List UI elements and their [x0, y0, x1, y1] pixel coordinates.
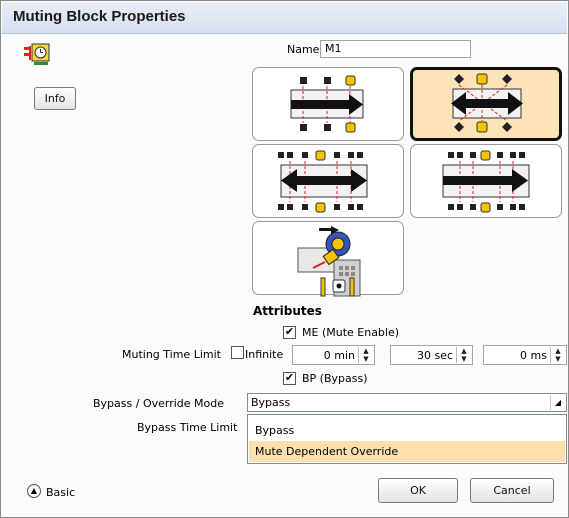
bypass-time-limit-label: Bypass Time Limit [137, 421, 238, 434]
muting-seconds-value: 30 sec [416, 349, 453, 362]
dropdown-option-mute-dependent-override[interactable]: Mute Dependent Override [249, 441, 565, 462]
ok-button[interactable]: OK [378, 478, 458, 503]
attributes-heading: Attributes [253, 304, 322, 318]
two-sensor-diagram [290, 75, 364, 133]
config-tile-cross-sensor[interactable] [410, 67, 562, 141]
mute-enable-label: ME (Mute Enable) [302, 326, 400, 339]
bypass-override-mode-select[interactable]: Bypass ◢ [247, 393, 567, 412]
muting-milliseconds-spinner[interactable]: 0 ms ▲ ▼ [483, 345, 567, 365]
title-bar: Muting Block Properties [2, 2, 567, 34]
chevron-down-icon[interactable]: ◢ [550, 395, 565, 410]
config-tile-four-sensor-unidirectional[interactable] [410, 144, 562, 218]
spinner-arrows-icon[interactable]: ▲ ▼ [358, 347, 373, 363]
muting-block-properties-dialog: Muting Block Properties Info Name M1 Att… [0, 0, 569, 518]
config-tile-key-switch[interactable] [252, 221, 404, 297]
basic-label: Basic [46, 486, 76, 499]
bypass-override-mode-label: Bypass / Override Mode [93, 397, 225, 410]
info-button[interactable]: Info [34, 87, 76, 110]
name-label: Name [287, 43, 320, 56]
muting-block-icon [24, 43, 50, 65]
chevron-up-icon[interactable]: ▲ [27, 484, 41, 498]
bypass-label: BP (Bypass) [302, 372, 368, 385]
muting-milliseconds-value: 0 ms [520, 349, 547, 362]
infinite-checkbox[interactable] [231, 346, 244, 359]
mute-enable-checkbox[interactable]: ✔ [283, 326, 296, 339]
four-sensor-unidirectional-diagram [442, 150, 530, 213]
muting-minutes-spinner[interactable]: 0 min ▲ ▼ [292, 345, 375, 365]
muting-time-limit-label: Muting Time Limit [122, 348, 221, 361]
muting-seconds-spinner[interactable]: 30 sec ▲ ▼ [390, 345, 473, 365]
bypass-override-mode-value: Bypass [251, 396, 291, 409]
bypass-override-mode-dropdown: Bypass Mute Dependent Override [247, 414, 567, 464]
muting-minutes-value: 0 min [323, 349, 355, 362]
four-sensor-bidirectional-diagram [278, 150, 368, 213]
config-tile-four-sensor-bidirectional[interactable] [252, 144, 404, 218]
infinite-label: Infinite [245, 348, 284, 361]
spinner-arrows-icon[interactable]: ▲ ▼ [550, 347, 565, 363]
cross-sensor-diagram [451, 73, 523, 133]
config-tile-two-sensor[interactable] [252, 67, 404, 141]
bypass-checkbox[interactable]: ✔ [283, 372, 296, 385]
spinner-arrows-icon[interactable]: ▲ ▼ [456, 347, 471, 363]
dialog-title: Muting Block Properties [13, 8, 186, 25]
key-switch-diagram [297, 226, 361, 297]
name-input[interactable]: M1 [320, 40, 471, 58]
cancel-button[interactable]: Cancel [470, 478, 554, 503]
dropdown-option-bypass[interactable]: Bypass [249, 420, 565, 441]
